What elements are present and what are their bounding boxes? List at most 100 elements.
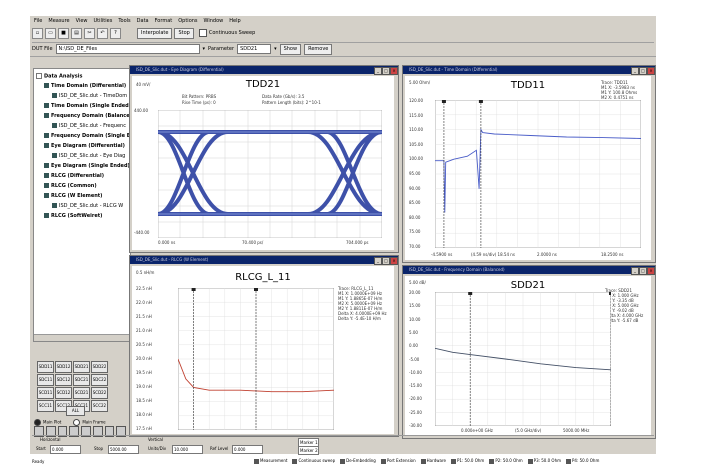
param-button-scc22[interactable]: SCC22 [91,400,108,412]
menu-item-7[interactable]: Options [178,18,197,24]
marker-handle[interactable] [468,292,473,295]
menu-item-4[interactable]: Tools [118,18,130,24]
show-button[interactable]: Show [279,43,302,55]
tree-item[interactable]: Frequency Domain (Balance [44,113,130,119]
menu-item-3[interactable]: Utilities [94,18,113,24]
status-text: Measurement [260,458,288,464]
minimize-button[interactable]: _ [631,267,639,275]
tree-item[interactable]: Time Domain (Single Ended) [44,103,131,109]
tree-item[interactable]: RLCG (Common) [44,183,97,189]
marker2-button[interactable]: Marker 2 [298,446,319,455]
interpolate-button[interactable]: Interpolate [137,27,173,39]
tree-item[interactable]: ISD_DE_Slic.dut - Eye Diag [52,153,125,159]
tree-item[interactable]: ISD_DE_Slic.dut - Frequenc [52,123,126,129]
cut-icon[interactable]: ✂ [84,27,95,39]
menu-item-0[interactable]: File [34,18,42,24]
param-button-sdc21[interactable]: SDC21 [73,374,90,386]
folder-icon [44,103,49,108]
tree-item-label: Time Domain (Single Ended) [51,103,132,109]
sdd21-window[interactable]: ISD_DE_Slic.dut - Frequency Domain (Bala… [402,265,656,439]
maximize-button[interactable]: □ [382,257,390,265]
minimize-button[interactable]: _ [631,67,639,75]
tree-item[interactable]: Eye Diagram (Single Ended) [44,163,130,169]
param-button-scd11[interactable]: SCD11 [37,387,54,399]
param-button-scc11[interactable]: SCC11 [37,400,54,412]
menu-item-8[interactable]: Window [204,18,224,24]
tree-item[interactable]: Time Domain (Differential) [44,83,126,89]
maximize-button[interactable]: □ [382,67,390,75]
status-item: P2: 50.0 Ohm [489,458,523,464]
maximize-button[interactable]: □ [639,67,647,75]
param-button-scd12[interactable]: SCD12 [55,387,72,399]
undo-icon[interactable]: ↶ [97,27,108,39]
param-button-sdd12[interactable]: SDD12 [55,361,72,373]
marker-handle[interactable] [478,100,483,103]
tree-item[interactable]: ISD_DE_Slic.dut - RLCG W [52,203,123,209]
new-icon[interactable]: ▫ [32,27,43,39]
param-button-scd22[interactable]: SCD22 [91,387,108,399]
tree-item[interactable]: RLCG (Differential) [44,173,104,179]
tree-item[interactable]: RLCG (SoftWeiret) [44,213,102,219]
units-field[interactable]: 10.000 [172,445,203,454]
y-scale-label: 40 mV/ [136,82,151,87]
main-frame-radio[interactable]: Main Frame [73,418,106,426]
minimize-button[interactable]: _ [374,67,382,75]
eye-plot-area[interactable]: TDD21 40 mV/ Bit Pattern: PRBS Rise Time… [132,76,394,250]
dut-dropdown-icon[interactable]: ▾ [203,46,206,52]
help-icon[interactable]: ? [110,27,121,39]
eye-diagram-window[interactable]: ISD_DE_Slic.dut - Eye Diagram (Different… [129,65,399,253]
print-icon[interactable]: ▤ [71,27,82,39]
marker-handle[interactable] [191,288,196,291]
sdd21-plot-area[interactable]: SDD21 5.00 dB/ 20.00 15.00 10.00 5.00 0.00 -5… [405,276,651,436]
stop-button[interactable]: Stop [174,27,194,39]
tdd11-plot-area[interactable]: TDD11 5.00 Ohm/ 120.00 115.00 110.00 105.00… [405,76,651,260]
marker-handle[interactable] [441,100,446,103]
stop-field[interactable]: 5000.00 [108,445,139,454]
param-button-sdc12[interactable]: SDC12 [55,374,72,386]
tree-item[interactable]: Data Analysis [36,73,82,80]
continuous-sweep-checkbox[interactable] [198,29,207,37]
menu-item-5[interactable]: Data [137,18,149,24]
marker-handle[interactable] [254,288,258,291]
minimize-button[interactable]: _ [374,257,382,265]
parameter-label: Parameter [208,46,235,52]
ref-field[interactable]: 0.000 [232,445,263,454]
param-button-sdd21[interactable]: SDD21 [73,361,90,373]
tree-item[interactable]: ISD_DE_Slic.dut - TimeDom [52,93,127,99]
dut-file-field[interactable]: N:\ISD_DE_Files [55,44,200,54]
close-button[interactable]: × [390,67,398,75]
menu-item-6[interactable]: Format [155,18,173,24]
marker-handle[interactable] [609,292,611,295]
all-button[interactable]: ALL [66,406,85,416]
menu-item-1[interactable]: Measure [48,18,69,24]
main-plot-radio[interactable]: Main Plot [34,418,61,426]
tree-item[interactable]: RLCG (W Element) [44,193,102,199]
tree-item[interactable]: Eye Diagram (Differential) [44,143,125,149]
horizontal-label: Horizontal [40,437,61,442]
remove-button[interactable]: Remove [304,43,333,55]
tdd11-window[interactable]: ISD_DE_Slic.dut - Time Domain (Different… [402,65,656,263]
param-button-sdd11[interactable]: SDD11 [37,361,54,373]
maximize-button[interactable]: □ [639,267,647,275]
param-button-scd21[interactable]: SCD21 [73,387,90,399]
open-icon[interactable]: ▭ [45,27,56,39]
tree-item[interactable]: Frequency Domain (Single E [44,133,130,139]
param-button-sdc11[interactable]: SDC11 [37,374,54,386]
menu-item-2[interactable]: View [76,18,88,24]
start-field[interactable]: 0.000 [50,445,81,454]
rlcg-plot-area[interactable]: RLCG_L_11 0.5 nH/m 22.5 nH 22.0 nH 21.5 nH… [132,266,394,434]
param-button-sdc22[interactable]: SDC22 [91,374,108,386]
folder-icon [52,203,57,208]
param-button-sdd22[interactable]: SDD22 [91,361,108,373]
close-button[interactable]: × [647,267,655,275]
close-button[interactable]: × [647,67,655,75]
tree-scrollbar[interactable] [34,334,130,341]
tree-item-label: RLCG (Common) [51,183,97,189]
rlcg-window[interactable]: ISD_DE_Slic.dut - RLCG (W Element) _ □ ×… [129,255,399,437]
parameter-dropdown-icon[interactable]: ▾ [274,46,277,52]
window-title: ISD_DE_Slic.dut - Frequency Domain (Bala… [409,267,505,272]
save-icon[interactable]: ■ [58,27,69,39]
close-button[interactable]: × [390,257,398,265]
parameter-select[interactable]: SDD21 [237,44,272,54]
menu-item-9[interactable]: Help [229,18,240,24]
